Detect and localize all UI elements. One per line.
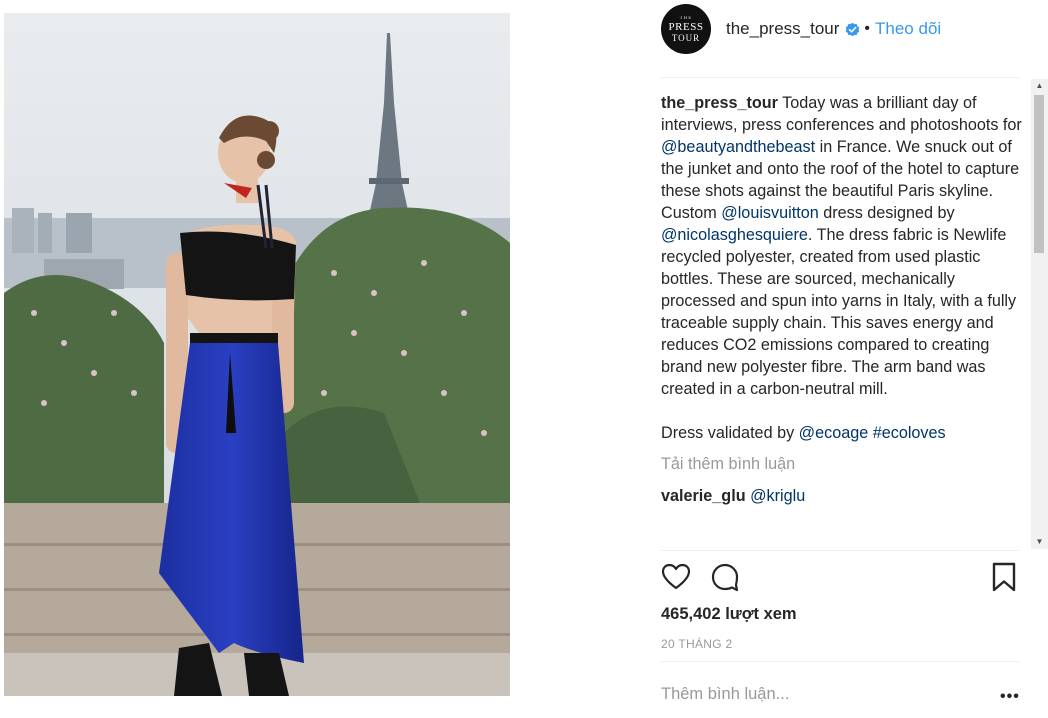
bookmark-icon[interactable]: [991, 562, 1017, 592]
action-bar: [661, 562, 1019, 596]
header-divider: [661, 77, 1019, 78]
more-options-icon[interactable]: •••: [1000, 688, 1020, 706]
avatar-text-1: THE: [679, 15, 693, 21]
heart-icon[interactable]: [661, 562, 691, 592]
caption-gap: [661, 400, 1023, 422]
mention-link[interactable]: @nicolasghesquiere: [661, 226, 808, 244]
load-more-comments-button[interactable]: Tải thêm bình luận: [661, 453, 1023, 475]
mention-link[interactable]: @ecoage: [799, 424, 869, 442]
caption-text-6: Dress validated by: [661, 424, 799, 442]
comments-list[interactable]: the_press_tour Today was a brilliant day…: [661, 92, 1023, 549]
scroll-thumb[interactable]: [1034, 95, 1044, 253]
post-photo[interactable]: [4, 13, 510, 696]
scroll-down-arrow-icon[interactable]: ▼: [1031, 535, 1048, 549]
caption-text-4: dress designed by: [818, 204, 955, 222]
post-photo-image: [4, 13, 510, 696]
follow-button[interactable]: Theo dõi: [875, 19, 941, 39]
post-username-link[interactable]: the_press_tour: [726, 19, 839, 39]
comment-mention-link[interactable]: @kriglu: [750, 487, 805, 505]
comments-divider: [661, 550, 1019, 551]
avatar-text-2: PRESS: [668, 20, 704, 33]
avatar-text-3: TOUR: [671, 32, 701, 43]
separator-dot: •: [864, 20, 871, 37]
comments-scrollbar[interactable]: ▲ ▼: [1031, 79, 1048, 549]
mention-link[interactable]: @beautyandthebeast: [661, 138, 815, 156]
caption-username-link[interactable]: the_press_tour: [661, 94, 778, 112]
comment-icon[interactable]: [710, 562, 740, 592]
post-header: THE PRESS TOUR the_press_tour • Theo dõi: [661, 3, 1019, 55]
comment-item: valerie_glu @kriglu: [661, 486, 1023, 506]
caption-text-5: . The dress fabric is Newlife recycled p…: [661, 226, 1017, 398]
avatar[interactable]: THE PRESS TOUR: [661, 4, 711, 54]
add-comment-input[interactable]: Thêm bình luận...: [661, 685, 789, 704]
comment-username-link[interactable]: valerie_glu: [661, 487, 746, 505]
view-count[interactable]: 465,402 lượt xem: [661, 605, 797, 624]
scroll-up-arrow-icon[interactable]: ▲: [1031, 79, 1048, 93]
caption: the_press_tour Today was a brilliant day…: [661, 92, 1023, 444]
mention-link[interactable]: @louisvuitton: [721, 204, 818, 222]
verified-badge-icon: [846, 22, 860, 36]
add-comment-divider: [661, 661, 1019, 662]
hashtag-link[interactable]: #ecoloves: [873, 424, 946, 442]
post-date[interactable]: 20 THÁNG 2: [661, 637, 732, 651]
caption-text-3: Custom: [661, 204, 722, 222]
